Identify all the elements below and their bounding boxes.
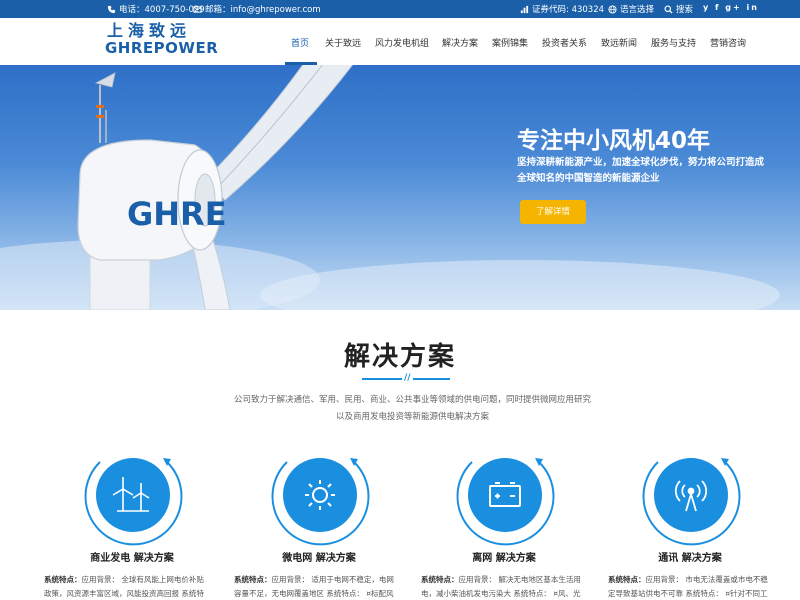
nav-item-service[interactable]: 服务与支持 (651, 36, 696, 49)
card-line-2: 定导致基站供电不可靠 系统特点： ¤针对不同工 (608, 588, 768, 598)
card-line-1: 应用背景： 解决无电地区基本生活用 (458, 575, 581, 584)
card-line-1: 应用背景： 适用于电网不稳定，电网 (271, 575, 394, 584)
card-description: 系统特点：应用背景： 市电无法覆盖或市电不稳 定导致基站供电不可靠 系统特点： … (608, 573, 786, 600)
nav-item-solutions[interactable]: 解决方案 (442, 36, 478, 49)
learn-more-button[interactable]: 了解详情 (520, 200, 586, 224)
stock-text: 证券代码: 430324 (532, 5, 605, 15)
nav-item-wind-turbines[interactable]: 风力发电机组 (375, 36, 429, 49)
card-line-2: 政策，风资源丰富区域，风能投资高回报 系统特 (44, 588, 204, 598)
top-bar: 电话：4007-750-029 邮箱：info@ghrepower.com 证券… (0, 0, 800, 18)
turbine-brand-text: GHRE (127, 195, 227, 233)
nav-item-home[interactable]: 首页 (291, 36, 309, 49)
solution-card-commercial[interactable]: 商业发电 解决方案 系统特点：应用背景： 全球有风能上网电价补贴 政策，风资源丰… (44, 437, 207, 600)
solution-card-microgrid[interactable]: 微电网 解决方案 系统特点：应用背景： 适用于电网不稳定，电网 容量不足，无电网… (234, 437, 394, 600)
hero-title: 专注中小风机40年 (517, 128, 711, 154)
social-icons-text[interactable]: y f g+ in (703, 3, 759, 12)
card-label: 系统特点： (44, 575, 82, 584)
email-text: 邮箱：info@ghrepower.com (205, 5, 321, 15)
hero-description: 坚持深耕新能源产业，加速全球化步伐，努力将公司打造成全球知名的中国智造的新能源企… (517, 157, 765, 184)
phone-icon (107, 5, 116, 13)
card-circle (642, 458, 741, 546)
search-button[interactable]: 搜索 (664, 3, 693, 15)
nav-item-investors[interactable]: 投资者关系 (542, 36, 587, 49)
mail-icon (193, 5, 202, 13)
nav-item-about[interactable]: 关于致远 (325, 36, 361, 49)
phone-info: 电话：4007-750-029 (107, 3, 205, 15)
bar-chart-icon (520, 5, 529, 13)
header: 上海致远 GHREPOWER 首页 关于致远 风力发电机组 解决方案 案例锦集 … (0, 18, 800, 65)
nav-item-cases[interactable]: 案例锦集 (492, 36, 528, 49)
card-circle (271, 458, 370, 546)
card-description: 系统特点：应用背景： 解决无电地区基本生活用 电，减小柴油机发电污染大 系统特点… (421, 573, 599, 600)
hero-banner: GHRE 专注中小风机40年 坚持深耕新能源产业，加速全球化步伐，努力将公司打造… (0, 65, 800, 310)
card-label: 系统特点： (608, 575, 646, 584)
globe-icon (608, 4, 617, 14)
card-description: 系统特点：应用背景： 适用于电网不稳定，电网 容量不足，无电网覆盖地区 系统特点… (234, 573, 412, 600)
card-title[interactable]: 通讯 解决方案 (615, 549, 765, 564)
card-line-2: 电，减小柴油机发电污染大 系统特点： ¤风、光 (421, 588, 581, 598)
card-line-1: 应用背景： 市电无法覆盖或市电不稳 (645, 575, 768, 584)
solutions-description: 公司致力于解决通信、军用、民用、商业、公共事业等领域的供电问题，同时提供微网应用… (233, 395, 591, 422)
solution-card-offgrid[interactable]: 离网 解决方案 系统特点：应用背景： 解决无电地区基本生活用 电，减小柴油机发电… (421, 437, 581, 600)
card-label: 系统特点： (234, 575, 272, 584)
nav-item-marketing[interactable]: 营销咨询 (710, 36, 746, 49)
social-links[interactable]: y f g+ in (703, 3, 759, 12)
solution-card-telecom[interactable]: 通讯 解决方案 系统特点：应用背景： 市电无法覆盖或市电不稳 定导致基站供电不可… (608, 437, 768, 600)
email-info[interactable]: 邮箱：info@ghrepower.com (193, 3, 321, 15)
wind-turbine-illustration: GHRE (0, 65, 780, 310)
language-select[interactable]: 语言选择 (608, 3, 654, 15)
card-circle (456, 458, 555, 546)
divider-mark: // (402, 373, 413, 383)
search-text: 搜索 (676, 5, 694, 15)
card-line-2: 容量不足，无电网覆盖地区 系统特点： ¤标配风 (234, 588, 394, 598)
card-title[interactable]: 商业发电 解决方案 (57, 549, 207, 564)
card-label: 系统特点： (421, 575, 459, 584)
card-title[interactable]: 微电网 解决方案 (244, 549, 394, 564)
logo-english[interactable]: GHREPOWER (105, 39, 218, 57)
logo-chinese[interactable]: 上海致远 (107, 22, 191, 40)
card-circle (84, 458, 183, 546)
stock-info: 证券代码: 430324 (520, 3, 604, 15)
card-line-1: 应用背景： 全球有风能上网电价补贴 (81, 575, 204, 584)
card-description: 系统特点：应用背景： 全球有风能上网电价补贴 政策，风资源丰富区域，风能投资高回… (44, 573, 222, 600)
phone-text: 电话：4007-750-029 (119, 5, 205, 15)
search-icon (664, 4, 673, 14)
nav-item-news[interactable]: 致远新闻 (601, 36, 637, 49)
solutions-title: 解决方案 (343, 342, 456, 372)
language-text: 语言选择 (620, 5, 655, 15)
card-title[interactable]: 离网 解决方案 (429, 549, 579, 564)
